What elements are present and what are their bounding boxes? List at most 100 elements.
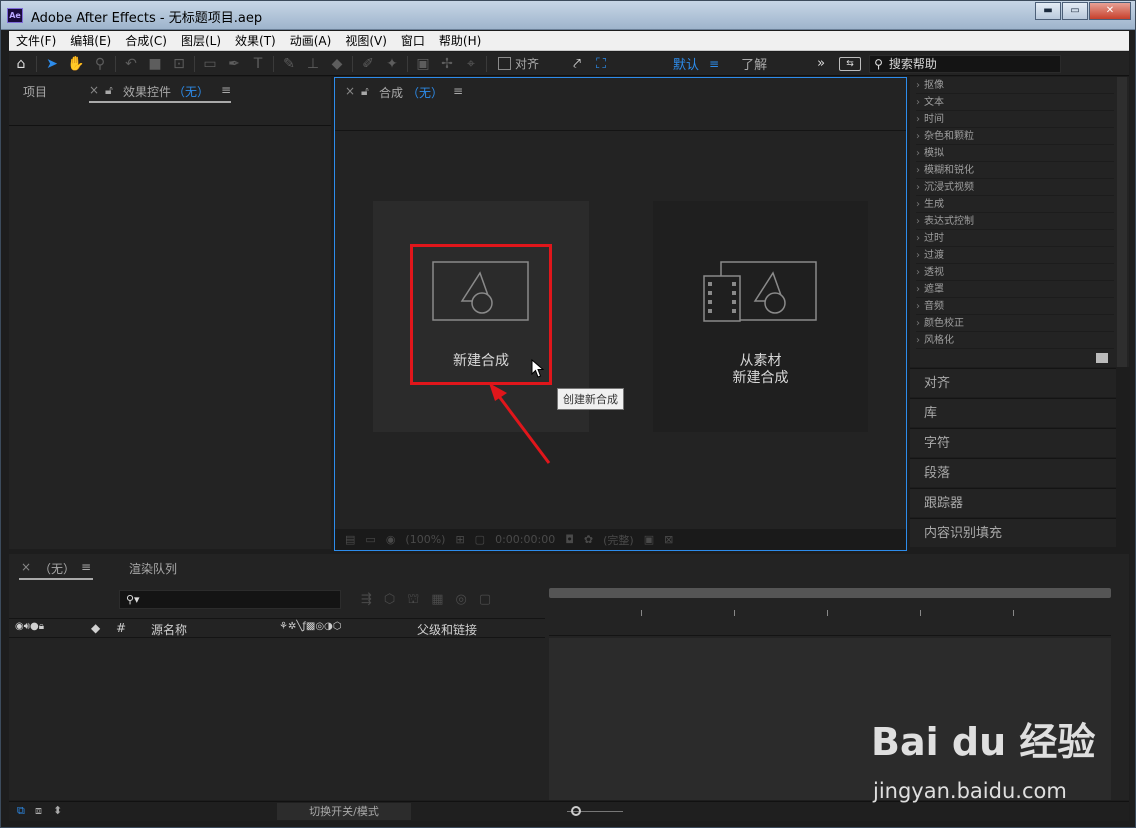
footer-region-icon[interactable]: ▢ — [475, 533, 485, 546]
snap-options-icon[interactable]: ⤤ — [565, 53, 589, 75]
footer-transparency-icon[interactable]: ⊠ — [664, 533, 673, 546]
brush-tool-icon[interactable]: ✎ — [277, 53, 301, 75]
menu-window[interactable]: 窗口 — [394, 31, 432, 51]
close-button[interactable]: ✕ — [1089, 2, 1131, 20]
effect-category[interactable]: › 模拟 — [916, 146, 1114, 162]
toggle-switches-modes-button[interactable]: 切换开关/模式 — [277, 803, 411, 820]
side-panel-tracker[interactable]: 跟踪器 — [910, 488, 1116, 517]
camera-tool-icon[interactable]: ■ — [143, 53, 167, 75]
snap-bounds-icon[interactable]: ⛶ — [589, 53, 613, 75]
home-icon[interactable]: ⌂ — [9, 53, 33, 75]
pen-tool-icon[interactable]: ✒ — [222, 53, 246, 75]
hand-tool-icon[interactable]: ✋ — [64, 53, 88, 75]
comp-flowchart-icon[interactable]: ⧉ — [17, 804, 25, 818]
view-axis-icon[interactable]: ⌖ — [459, 53, 483, 75]
effect-category[interactable]: › 沉浸式视频 — [916, 180, 1114, 196]
side-panel-content-aware-fill[interactable]: 内容识别填充 — [910, 518, 1116, 547]
effect-category[interactable]: › 文本 — [916, 95, 1114, 111]
workspace-default[interactable]: 默认 — [673, 54, 699, 73]
menu-view[interactable]: 视图(V) — [338, 31, 394, 51]
type-tool-icon[interactable]: T — [246, 53, 270, 75]
rotate-tool-icon[interactable]: ↶ — [119, 53, 143, 75]
world-axis-icon[interactable]: ✢ — [435, 53, 459, 75]
eraser-tool-icon[interactable]: ◆ — [325, 53, 349, 75]
col-source-name[interactable]: 源名称 — [151, 621, 187, 638]
new-bin-icon[interactable] — [1096, 353, 1108, 363]
tab-effect-controls[interactable]: 效果控件 — [123, 83, 171, 100]
menu-help[interactable]: 帮助(H) — [432, 31, 488, 51]
timeline-search-input[interactable]: ⚲▾ — [119, 590, 341, 609]
selection-tool-icon[interactable]: ➤ — [40, 53, 64, 75]
current-time[interactable]: 0:00:00:00 — [495, 533, 555, 546]
effect-category[interactable]: › 杂色和颗粒 — [916, 129, 1114, 145]
minimize-button[interactable]: ▬ — [1035, 2, 1061, 20]
lock-icon[interactable]: 🔓︎ — [105, 83, 113, 98]
comp-tab-close-icon[interactable]: × — [345, 84, 355, 98]
footer-grid-icon[interactable]: ⊞ — [455, 533, 464, 546]
channel-icon[interactable]: ✿ — [584, 533, 593, 546]
effect-category[interactable]: › 过渡 — [916, 248, 1114, 264]
pan-behind-tool-icon[interactable]: ⊡ — [167, 53, 191, 75]
more-workspaces-icon[interactable]: » — [817, 56, 825, 71]
workspace-menu-icon[interactable]: ≡ — [709, 57, 719, 71]
tab-render-queue[interactable]: 渲染队列 — [129, 560, 177, 577]
timeline-switch-icons[interactable]: ⇶⬡⛫▦◎▢ — [361, 592, 503, 609]
menu-layer[interactable]: 图层(L) — [174, 31, 228, 51]
magnification-select[interactable]: (100%) — [405, 533, 445, 546]
menu-effect[interactable]: 效果(T) — [228, 31, 283, 51]
menu-file[interactable]: 文件(F) — [9, 31, 63, 51]
effect-category[interactable]: › 过时 — [916, 231, 1114, 247]
effect-category[interactable]: › 颜色校正 — [916, 316, 1114, 332]
footer-toggle-icon[interactable]: ▤ — [345, 533, 355, 546]
clone-stamp-tool-icon[interactable]: ⊥ — [301, 53, 325, 75]
workspace-learn[interactable]: 了解 — [741, 54, 767, 73]
comp-lock-icon[interactable]: 🔓︎ — [361, 84, 369, 99]
search-help-input[interactable]: ⚲ 搜索帮助 — [869, 54, 1062, 73]
work-area-bar[interactable] — [549, 588, 1111, 598]
side-panel-character[interactable]: 字符 — [910, 428, 1116, 457]
new-from-footage-card[interactable]: 从素材 新建合成 — [653, 201, 868, 432]
effect-category[interactable]: › 时间 — [916, 112, 1114, 128]
roto-brush-tool-icon[interactable]: ✐ — [356, 53, 380, 75]
effect-category[interactable]: › 抠像 — [916, 78, 1114, 94]
footer-mask-icon[interactable]: ◉ — [386, 533, 396, 546]
effect-category[interactable]: › 表达式控制 — [916, 214, 1114, 230]
graph-editor-icon[interactable]: ⬍ — [53, 804, 62, 817]
av-switches-icon[interactable]: ◉🔊︎●🔒︎ — [15, 621, 44, 632]
panel-menu-icon[interactable]: ≡ — [221, 83, 231, 97]
tab-timeline-none[interactable]: （无） — [39, 560, 75, 577]
label-tag-icon[interactable]: ◆ — [91, 621, 100, 635]
timeline-tab-close-icon[interactable]: × — [21, 560, 31, 574]
menu-composition[interactable]: 合成(C) — [118, 31, 174, 51]
effect-category[interactable]: › 风格化 — [916, 333, 1114, 349]
side-panel-libraries[interactable]: 库 — [910, 398, 1116, 427]
snapshot-icon[interactable]: ◘ — [565, 533, 574, 546]
tab-project[interactable]: 项目 — [23, 83, 47, 100]
time-ruler[interactable] — [549, 610, 1111, 636]
side-panel-align[interactable]: 对齐 — [910, 368, 1116, 397]
maximize-button[interactable]: ▭ — [1062, 2, 1088, 20]
col-parent-link[interactable]: 父级和链接 — [417, 621, 477, 638]
layer-switches-icons[interactable]: ⚘✲╲ƒ▩◎◑⬡ — [279, 621, 342, 632]
effect-category[interactable]: › 遮罩 — [916, 282, 1114, 298]
comp-panel-menu-icon[interactable]: ≡ — [453, 84, 463, 98]
zoom-slider-handle[interactable] — [571, 806, 581, 816]
snapping-checkbox[interactable] — [498, 57, 511, 70]
effects-scrollbar[interactable] — [1117, 77, 1127, 367]
puppet-pin-tool-icon[interactable]: ✦ — [380, 53, 404, 75]
resolution-select[interactable]: (完整) — [603, 532, 634, 548]
footer-fast-preview-icon[interactable]: ▣ — [644, 533, 654, 546]
local-axis-icon[interactable]: ▣ — [411, 53, 435, 75]
side-panel-paragraph[interactable]: 段落 — [910, 458, 1116, 487]
effect-category[interactable]: › 透视 — [916, 265, 1114, 281]
tab-close-icon[interactable]: × — [89, 83, 99, 97]
draft-3d-icon[interactable]: ⧈ — [35, 804, 42, 818]
menu-edit[interactable]: 编辑(E) — [63, 31, 118, 51]
effect-category[interactable]: › 模糊和锐化 — [916, 163, 1114, 179]
rectangle-tool-icon[interactable]: ▭ — [198, 53, 222, 75]
effect-category[interactable]: › 音频 — [916, 299, 1114, 315]
sync-settings-icon[interactable]: ⇆ — [839, 56, 862, 71]
zoom-tool-icon[interactable]: ⚲ — [88, 53, 112, 75]
timeline-menu-icon[interactable]: ≡ — [81, 560, 91, 574]
footer-monitor-icon[interactable]: ▭ — [365, 533, 375, 546]
